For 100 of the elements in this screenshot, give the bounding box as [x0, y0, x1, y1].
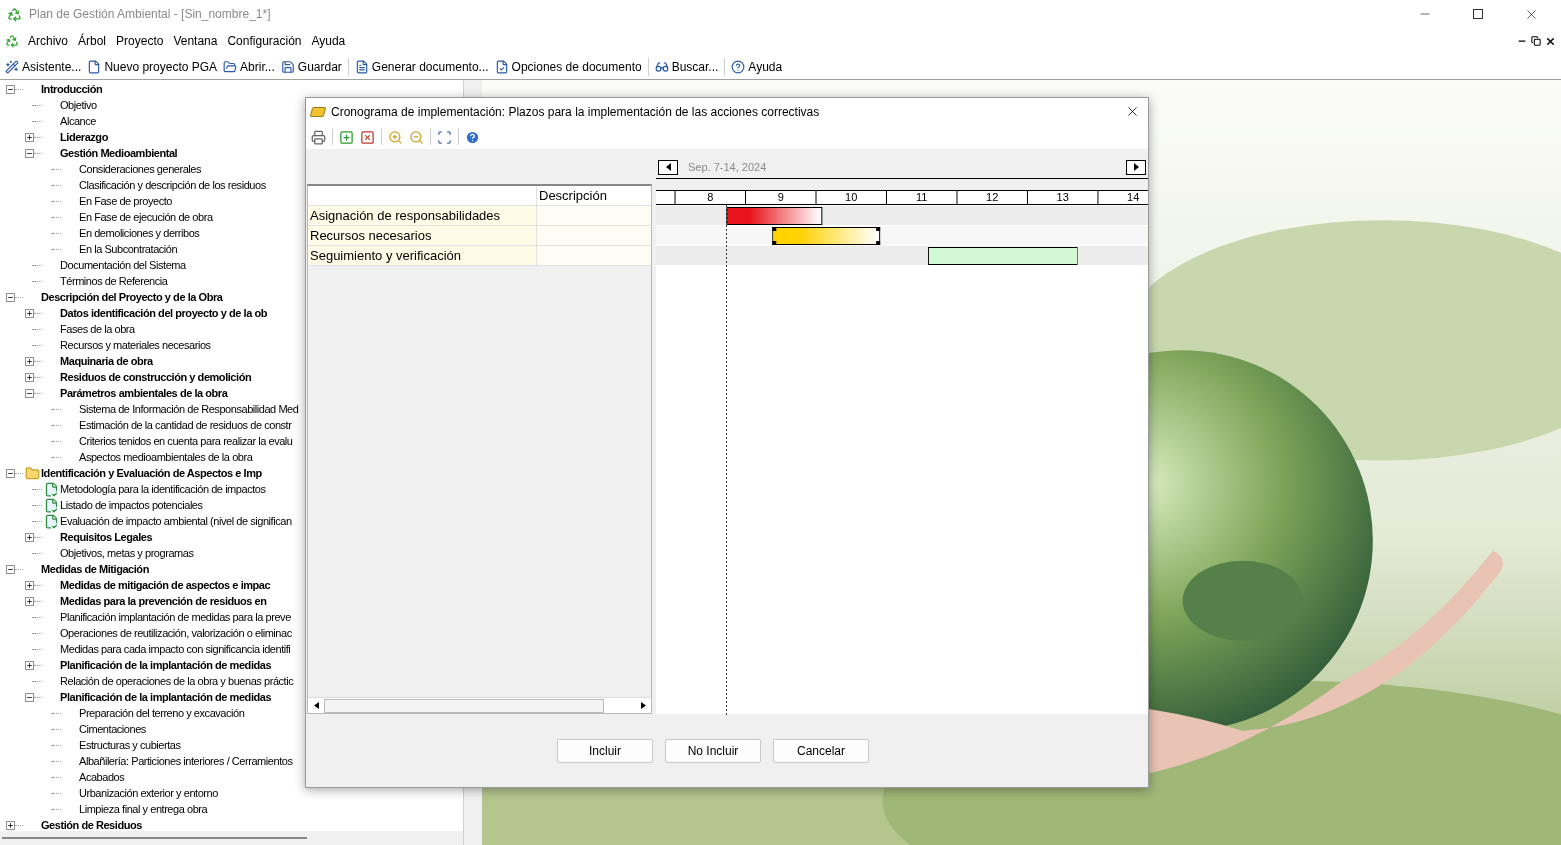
- toolbar-button[interactable]: Opciones de documento: [492, 57, 644, 76]
- toolbar-button[interactable]: Abrir...: [221, 57, 277, 76]
- horizontal-scrollbar[interactable]: [0, 831, 463, 845]
- tree-item[interactable]: Términos de Referencia: [60, 272, 168, 290]
- scroll-left-icon[interactable]: [313, 702, 319, 709]
- description-cell[interactable]: [537, 246, 651, 265]
- tree-item[interactable]: Objetivo: [60, 96, 97, 114]
- toolbar-button[interactable]: Asistente...: [3, 57, 84, 76]
- tree-item[interactable]: Objetivos, metas y programas: [60, 544, 194, 562]
- description-cell[interactable]: [537, 206, 651, 225]
- task-name-cell[interactable]: Seguimiento y verificación: [308, 246, 537, 265]
- tree-item[interactable]: Criterios tenidos en cuenta para realizar la evalu: [79, 432, 293, 450]
- close-icon[interactable]: [1545, 35, 1556, 47]
- menu-item[interactable]: Configuración: [222, 32, 307, 50]
- expand-toggle[interactable]: [5, 820, 15, 830]
- toolbar-button[interactable]: Buscar...: [652, 57, 721, 76]
- tree-item[interactable]: Estructuras y cubiertas: [79, 736, 181, 754]
- expand-toggle[interactable]: [24, 532, 34, 542]
- tree-item[interactable]: Preparación del terreno y excavación: [79, 704, 245, 722]
- description-cell[interactable]: [537, 226, 651, 245]
- expand-toggle[interactable]: [24, 596, 34, 606]
- tree-item[interactable]: Clasificación y descripción de los residuos: [79, 176, 266, 194]
- tree-item[interactable]: Consideraciones generales: [79, 160, 202, 178]
- collapse-toggle[interactable]: [5, 564, 15, 574]
- toolbar-button[interactable]: Generar documento...: [352, 57, 491, 76]
- expand-toggle[interactable]: [24, 660, 34, 670]
- toolbar-button[interactable]: Guardar: [278, 57, 344, 76]
- close-icon[interactable]: [1125, 104, 1140, 119]
- collapse-toggle[interactable]: [24, 148, 34, 158]
- tree-item[interactable]: Limpieza final y entrega obra: [79, 800, 208, 818]
- scroll-right-icon[interactable]: [640, 702, 646, 709]
- tree-item[interactable]: Identificación y Evaluación de Aspectos e Imp: [41, 464, 262, 482]
- dialog-button[interactable]: No Incluir: [665, 738, 761, 763]
- tree-item[interactable]: Residuos de construcción y demolición: [60, 368, 252, 386]
- collapse-toggle[interactable]: [5, 468, 15, 478]
- tree-item[interactable]: En Fase de ejecución de obra: [79, 208, 213, 226]
- task-bar[interactable]: [772, 227, 881, 245]
- tree-item[interactable]: Gestión Medioambiental: [60, 144, 178, 162]
- toolbar-button[interactable]: Ayuda: [729, 57, 785, 76]
- tree-item[interactable]: Gestión de Residuos: [41, 816, 142, 831]
- tree-item[interactable]: Sistema de Información de Responsabilidad Med: [79, 400, 299, 418]
- tree-item[interactable]: Documentación del Sistema: [60, 256, 186, 274]
- next-button[interactable]: [1126, 159, 1146, 175]
- tree-item[interactable]: Operaciones de reutilización, valorización o eliminac: [60, 624, 292, 642]
- tree-item[interactable]: Planificación implantación de medidas para la preve: [60, 608, 291, 626]
- tree-item[interactable]: Albañilería: Particiones interiores / Cerramientos: [79, 752, 293, 770]
- tree-item[interactable]: Medidas para cada impacto con significancia identifi: [60, 640, 291, 658]
- tree-item[interactable]: Medidas de Mitigación: [41, 560, 149, 578]
- menu-item[interactable]: Ventana: [168, 32, 223, 50]
- tree-item[interactable]: Urbanización exterior y entorno: [79, 784, 218, 802]
- restore-icon[interactable]: [1531, 36, 1541, 46]
- task-bar[interactable]: [928, 247, 1078, 265]
- tree-item[interactable]: Cimentaciones: [79, 720, 146, 738]
- task-name-cell[interactable]: Asignación de responsabilidades: [308, 206, 537, 225]
- tree-item[interactable]: Planificación de la implantación de medidas: [60, 688, 272, 706]
- previous-button[interactable]: [658, 159, 678, 175]
- toolbar-button[interactable]: Nuevo proyecto PGA: [85, 57, 220, 76]
- tree-item[interactable]: Datos identificación del proyecto y de la ob: [60, 304, 267, 322]
- menu-item[interactable]: Ayuda: [306, 32, 351, 50]
- collapse-toggle[interactable]: [24, 692, 34, 702]
- tree-item[interactable]: Metodología para la identificación de impactos: [60, 480, 266, 498]
- tree-item[interactable]: En la Subcontratación: [79, 240, 178, 258]
- expand-toggle[interactable]: [24, 372, 34, 382]
- tree-item[interactable]: Estimación de la cantidad de residuos de constr: [79, 416, 292, 434]
- tree-item[interactable]: Evaluación de impacto ambiental (nivel de significan: [60, 512, 292, 530]
- tree-item[interactable]: Requisitos Legales: [60, 528, 153, 546]
- collapse-toggle[interactable]: [24, 388, 34, 398]
- tree-item[interactable]: En demoliciones y derribos: [79, 224, 200, 242]
- fit-icon[interactable]: [437, 129, 452, 145]
- expand-toggle[interactable]: [24, 580, 34, 590]
- menu-item[interactable]: Proyecto: [111, 32, 169, 50]
- menu-item[interactable]: Archivo: [23, 32, 73, 50]
- task-name-cell[interactable]: Recursos necesarios: [308, 226, 537, 245]
- tree-item[interactable]: Introducción: [41, 80, 103, 98]
- tree-item[interactable]: Relación de operaciones de la obra y buenas práctic: [60, 672, 294, 690]
- expand-toggle[interactable]: [24, 132, 34, 142]
- menu-item[interactable]: Árbol: [73, 32, 112, 50]
- tree-item[interactable]: Recursos y materiales necesarios: [60, 336, 211, 354]
- tree-item[interactable]: Parámetros ambientales de la obra: [60, 384, 228, 402]
- add-row-icon[interactable]: [339, 129, 354, 145]
- tree-item[interactable]: Medidas para la prevención de residuos en: [60, 592, 267, 610]
- tree-item[interactable]: En Fase de proyecto: [79, 192, 172, 210]
- dialog-button[interactable]: Cancelar: [773, 738, 869, 763]
- tree-item[interactable]: Listado de impactos potenciales: [60, 496, 203, 514]
- dialog-button[interactable]: Incluir: [557, 738, 653, 763]
- collapse-toggle[interactable]: [5, 84, 15, 94]
- tree-item[interactable]: Aspectos medioambientales de la obra: [79, 448, 253, 466]
- task-bar[interactable]: [726, 207, 823, 225]
- horizontal-scrollbar[interactable]: [308, 697, 651, 713]
- tree-item[interactable]: Liderazgo: [60, 128, 108, 146]
- expand-toggle[interactable]: [24, 356, 34, 366]
- tree-item[interactable]: Planificación de la implantación de medidas: [60, 656, 272, 674]
- collapse-toggle[interactable]: [5, 292, 15, 302]
- tree-item[interactable]: Medidas de mitigación de aspectos e impac: [60, 576, 271, 594]
- help-icon[interactable]: [465, 129, 480, 145]
- printer-icon[interactable]: [311, 129, 326, 145]
- tree-item[interactable]: Alcance: [60, 112, 96, 130]
- tree-item[interactable]: Fases de la obra: [60, 320, 135, 338]
- tree-item[interactable]: Acabados: [79, 768, 125, 786]
- tree-item[interactable]: Maquinaria de obra: [60, 352, 153, 370]
